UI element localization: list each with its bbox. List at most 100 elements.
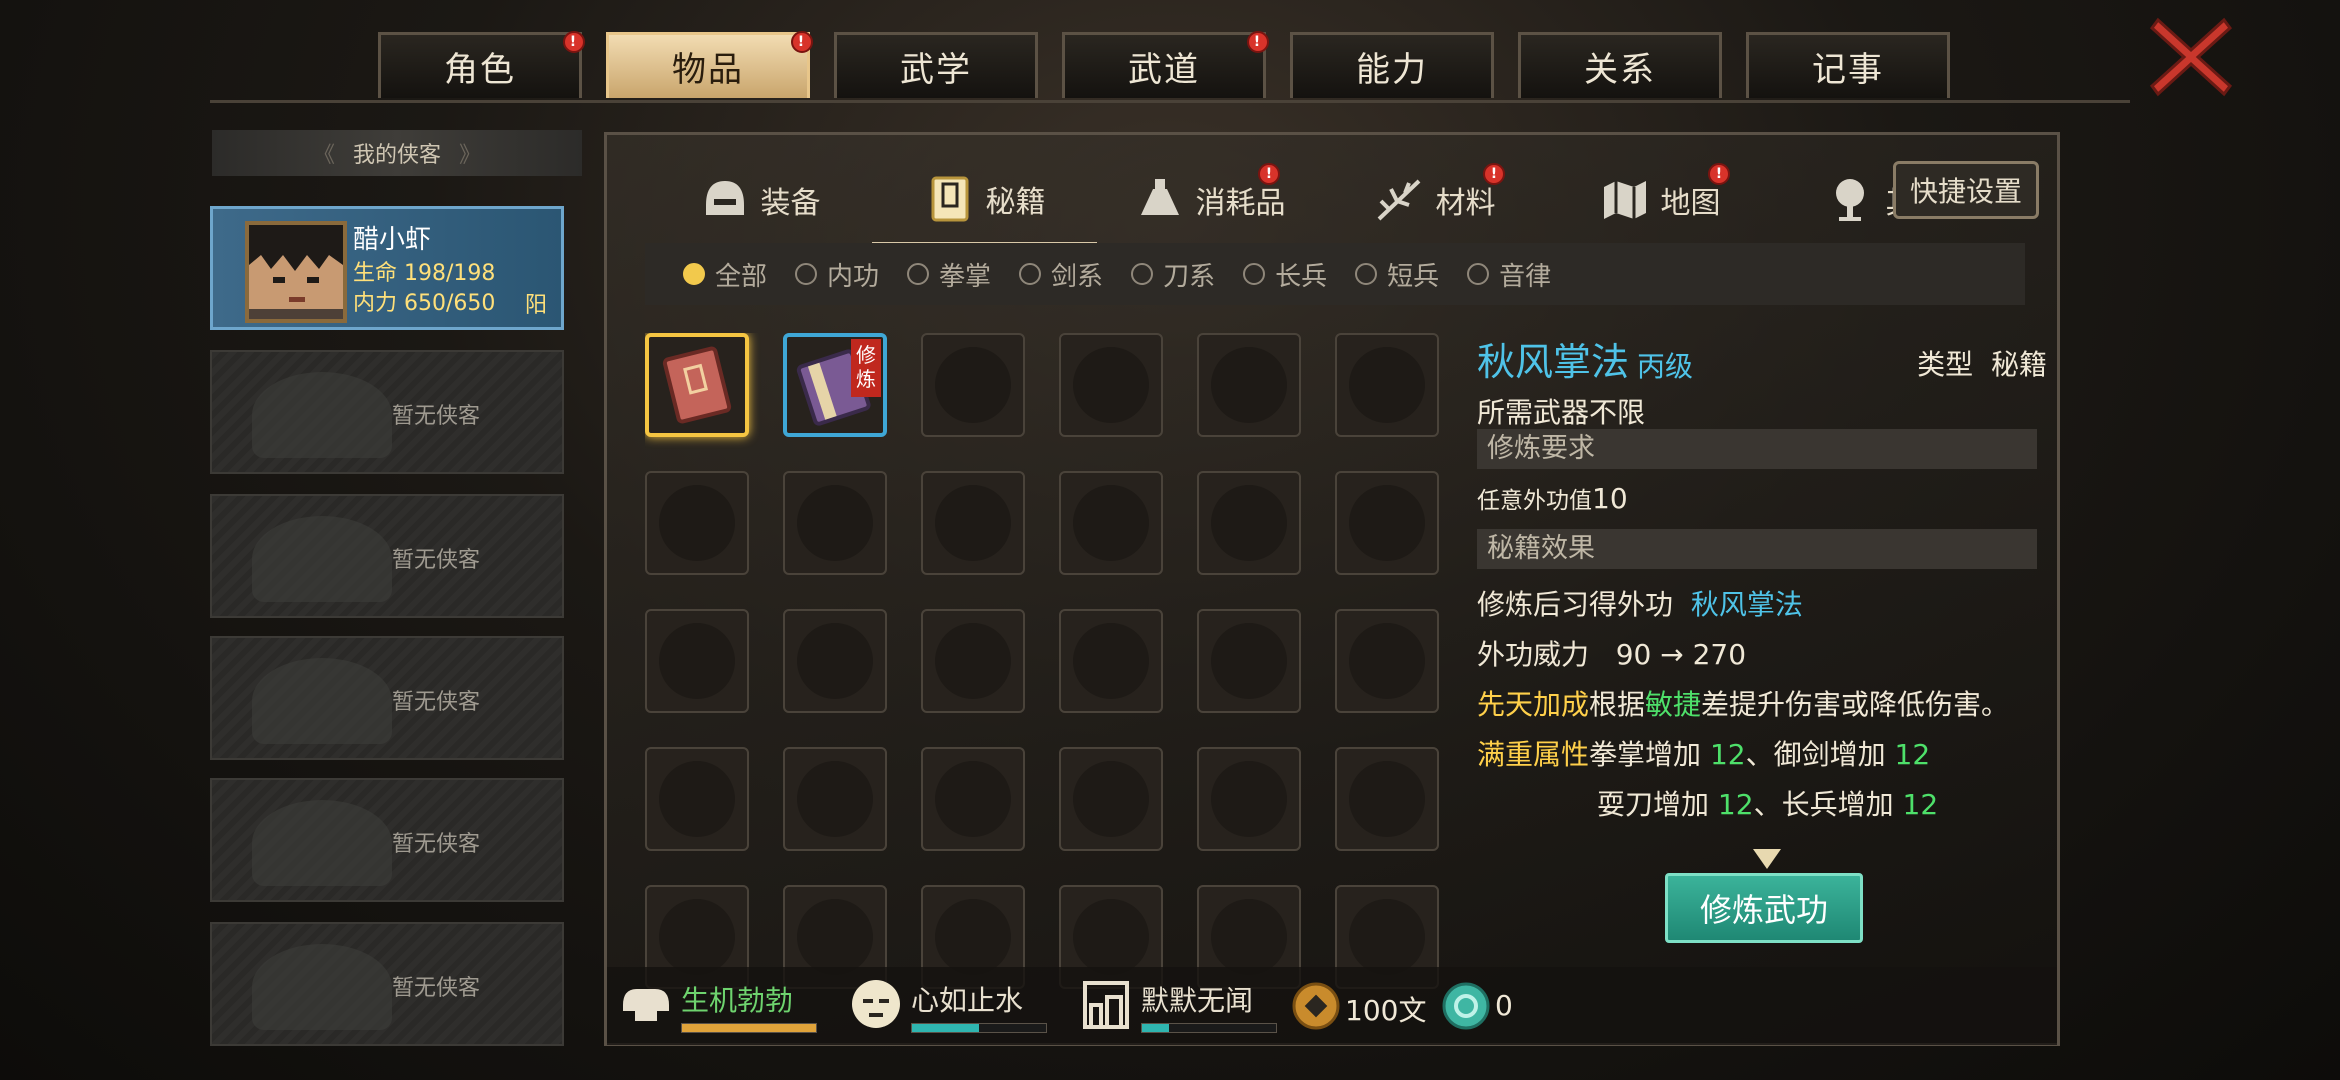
item-slot-empty[interactable] [1059,471,1163,575]
req-value: 10 [1592,482,1628,515]
building-icon [1083,981,1129,1029]
quick-settings-button[interactable]: 快捷设置 [1893,161,2039,219]
tab-martial-way[interactable]: 武道! [1062,31,1269,98]
innate-attr: 敏捷 [1645,688,1702,721]
tab-maps[interactable]: 地图 ! [1547,155,1772,245]
empty-avatar-icon [252,944,392,1030]
roster-slot-empty[interactable]: 暂无侠客 [210,778,564,902]
learn-value: 秋风掌法 [1690,588,1803,621]
filter-sword[interactable]: 剑系 [1019,256,1103,293]
avatar [245,221,347,323]
radio-icon [795,263,818,285]
hero-mp: 内力 650/650 [353,291,496,316]
roster-slot-empty[interactable]: 暂无侠客 [210,350,564,474]
item-slot-selected[interactable] [645,333,749,437]
item-slot-empty[interactable] [921,747,1025,851]
item-slot-empty[interactable] [1335,747,1439,851]
tab-journal[interactable]: 记事 [1746,32,1950,98]
item-slot-empty[interactable] [783,747,887,851]
alert-badge: ! [1708,163,1730,185]
item-slot-empty[interactable] [921,333,1025,437]
item-slot-empty[interactable] [645,609,749,713]
item-slot-empty[interactable] [645,747,749,851]
item-slot-empty[interactable] [921,471,1025,575]
train-skill-button[interactable]: 修炼武功 [1665,873,1863,943]
train-tag: 修炼 [851,339,881,397]
vitality-label: 生机勃勃 [681,984,794,1017]
filter-blade[interactable]: 刀系 [1131,256,1215,293]
filter-fist-palm[interactable]: 拳掌 [907,256,991,293]
item-slot-empty[interactable] [1059,333,1163,437]
item-slot-empty[interactable] [1197,609,1301,713]
fame-bar [1141,1023,1277,1033]
vitality-status: 生机勃勃 [617,975,827,1035]
tab-consumables[interactable]: 消耗品 ! [1097,155,1322,245]
filter-short-weapon[interactable]: 短兵 [1355,256,1439,293]
map-icon [1599,174,1651,226]
hero-hp: 生命 198/198 [353,261,496,286]
tab-divider [210,100,2130,103]
chevron-left-icon: 《 [312,143,335,168]
power-value: 90 → 270 [1615,638,1747,671]
filter-label: 短兵 [1387,261,1440,292]
hero-name: 醋小虾 [353,225,432,255]
item-slot-empty[interactable] [1335,333,1439,437]
tab-character[interactable]: 角色! [378,31,585,98]
empty-slot-label: 暂无侠客 [392,548,481,573]
filter-label: 内功 [827,261,880,292]
roster-slot-empty[interactable]: 暂无侠客 [210,636,564,760]
empty-avatar-icon [252,516,392,602]
tab-items[interactable]: 物品! [606,31,813,98]
tab-secret-manuals[interactable]: 秘籍 [872,155,1097,245]
bonus2-value: 12 [1894,738,1931,771]
item-grid: 修炼 [645,333,1445,1039]
tab-label: 材料 [1435,186,1496,221]
item-slot-empty[interactable] [783,609,887,713]
roster-slot-empty[interactable]: 暂无侠客 [210,494,564,618]
alert-badge: ! [1258,163,1280,185]
bonus1-name: 拳掌增加 [1589,738,1702,771]
filter-long-weapon[interactable]: 长兵 [1243,256,1327,293]
empty-avatar-icon [252,658,392,744]
close-icon[interactable] [2148,14,2234,100]
item-slot-empty[interactable] [1197,747,1301,851]
tab-materials[interactable]: 材料 ! [1322,155,1547,245]
item-slot-empty[interactable] [1197,471,1301,575]
tab-abilities[interactable]: 能力 [1290,32,1494,98]
radio-selected-icon [683,263,705,285]
tab-label: 武学 [900,50,972,90]
tab-label: 能力 [1356,50,1428,90]
item-slot-empty[interactable] [1059,609,1163,713]
alert-badge: ! [1247,31,1269,53]
type-value: 秘籍 [1990,348,2047,381]
roster-slot-empty[interactable]: 暂无侠客 [210,922,564,1046]
inventory-panel: 装备 秘籍 消耗品 ! 材料 ! 地图 ! 其他 ! 快捷设置 全部 内功 [604,132,2060,1046]
filter-music[interactable]: 音律 [1467,256,1551,293]
item-slot-empty[interactable] [1059,747,1163,851]
item-slot[interactable]: 修炼 [783,333,887,437]
radio-icon [1019,263,1042,285]
roster-slot-hero[interactable]: 醋小虾 生命 198/198 内力 650/650 阳 [210,206,564,330]
top-tab-bar: 角色! 物品! 武学 武道! 能力 关系 记事 [378,31,1950,102]
item-slot-empty[interactable] [645,471,749,575]
bonus-separator: 、 [1753,788,1782,821]
chevron-right-icon: 》 [459,143,482,168]
filter-all[interactable]: 全部 [683,256,767,293]
tab-martial-arts[interactable]: 武学 [834,32,1038,98]
filter-inner-skill[interactable]: 内功 [795,256,879,293]
item-slot-empty[interactable] [921,609,1025,713]
empty-slot-label: 暂无侠客 [392,976,481,1001]
tab-relations[interactable]: 关系 [1518,32,1722,98]
item-slot-empty[interactable] [1335,609,1439,713]
item-slot-empty[interactable] [1335,471,1439,575]
item-slot-empty[interactable] [1197,333,1301,437]
tab-equipment[interactable]: 装备 [647,155,872,245]
innate-label: 先天加成 [1477,688,1590,721]
alert-badge: ! [791,31,813,53]
section-training-requirements: 修炼要求 [1477,429,2037,469]
tab-label: 角色 [444,50,516,90]
filter-label: 拳掌 [939,261,992,292]
item-slot-empty[interactable] [783,471,887,575]
innate-bonus: 先天加成根据敏捷差提升伤害或降低伤害。 [1477,683,2009,723]
mood-bar [911,1023,1047,1033]
